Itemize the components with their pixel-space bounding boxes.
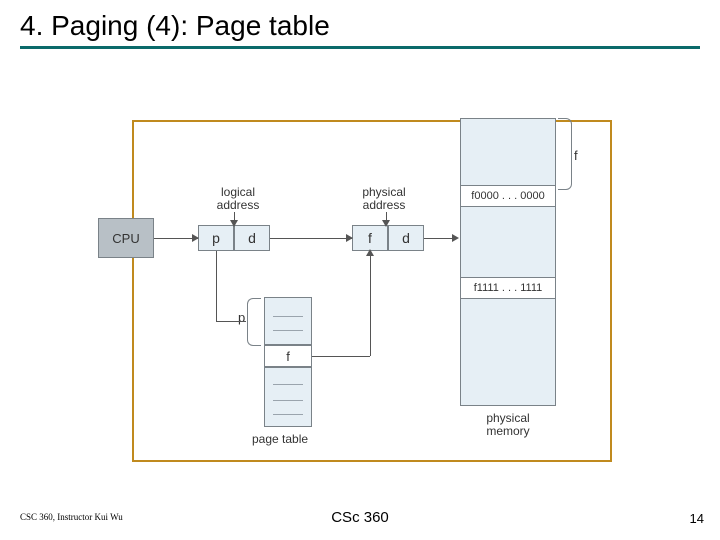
memory-frame-label: f [574,148,578,163]
page-table-brace [247,298,261,346]
physical-address-label: physical address [354,186,414,212]
arrowhead-icon [452,234,459,242]
slide-header: 4. Paging (4): Page table [0,0,720,55]
arrow-p-to-brace [216,321,246,322]
slide-title: 4. Paging (4): Page table [20,10,700,42]
paging-diagram: CPU p d logical address f d physical add… [132,120,612,462]
logical-address-label: logical address [208,186,268,212]
title-underline [20,46,700,49]
arrowhead-icon [346,234,353,242]
arrowhead-icon [192,234,199,242]
memory-row-start: f0000 . . . 0000 [461,185,555,207]
arrow-f-out [312,356,370,357]
arrow-d-to-d [270,238,352,239]
logical-p-cell: p [198,225,234,251]
memory-frame-gap [461,207,555,277]
slide-number: 14 [690,511,704,526]
page-table-upper [264,297,312,345]
physical-memory-caption: physical memory [468,412,548,438]
arrow-p-down [216,251,217,321]
page-table-p-label: p [238,310,245,325]
arrow-f-up [370,251,371,356]
page-table-caption: page table [252,432,308,446]
logical-d-cell: d [234,225,270,251]
physical-d-cell: d [388,225,424,251]
footer-instructor: CSC 360, Instructor Kui Wu [20,512,123,522]
memory-frame-brace [558,118,572,190]
arrowhead-icon [366,249,374,256]
arrow-to-memory [424,238,454,239]
page-table-lower [264,367,312,427]
physical-f-cell: f [352,225,388,251]
physical-memory: f0000 . . . 0000 f1111 . . . 1111 [460,118,556,406]
arrowhead-icon [230,220,238,227]
cpu-box: CPU [98,218,154,258]
footer-course: CSc 360 [331,509,389,526]
arrowhead-icon [382,220,390,227]
page-table-entry-f: f [264,345,312,367]
memory-row-end: f1111 . . . 1111 [461,277,555,299]
